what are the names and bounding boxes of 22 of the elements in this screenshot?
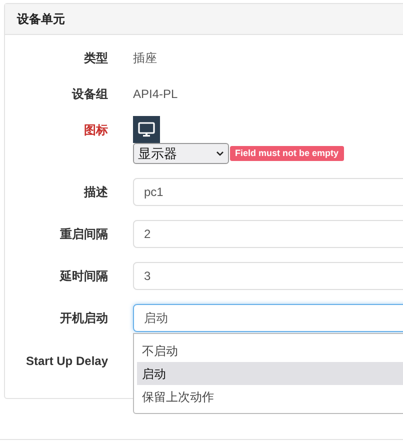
dropdown-option[interactable]: 启动 [137, 362, 403, 385]
icon-select[interactable]: 显示器 [133, 143, 229, 164]
field-value: API4-PL [133, 87, 178, 101]
select-field[interactable]: 启动 [133, 304, 403, 332]
text-input[interactable]: 2 [133, 220, 403, 248]
panel-title: 设备单元 [17, 11, 65, 28]
text-input[interactable]: 3 [133, 262, 403, 290]
monitor-icon [138, 122, 155, 137]
field-label: 延时间隔 [60, 268, 108, 285]
dropdown-option[interactable]: 保留上次动作 [137, 385, 403, 408]
caret-icon [216, 151, 224, 156]
text-input[interactable]: pc1 [133, 178, 403, 206]
field-label: 设备组 [72, 86, 108, 103]
field-value: 插座 [133, 51, 157, 65]
field-label: 图标 [84, 122, 108, 139]
field-label: 描述 [84, 184, 108, 201]
field-label: 开机启动 [60, 310, 108, 327]
field-label: 类型 [84, 50, 108, 67]
field-label: Start Up Delay [26, 353, 108, 370]
dropdown-option[interactable]: 不启动 [137, 339, 403, 362]
field-label: 重启间隔 [60, 226, 108, 243]
error-badge: Field must not be empty [230, 146, 344, 161]
